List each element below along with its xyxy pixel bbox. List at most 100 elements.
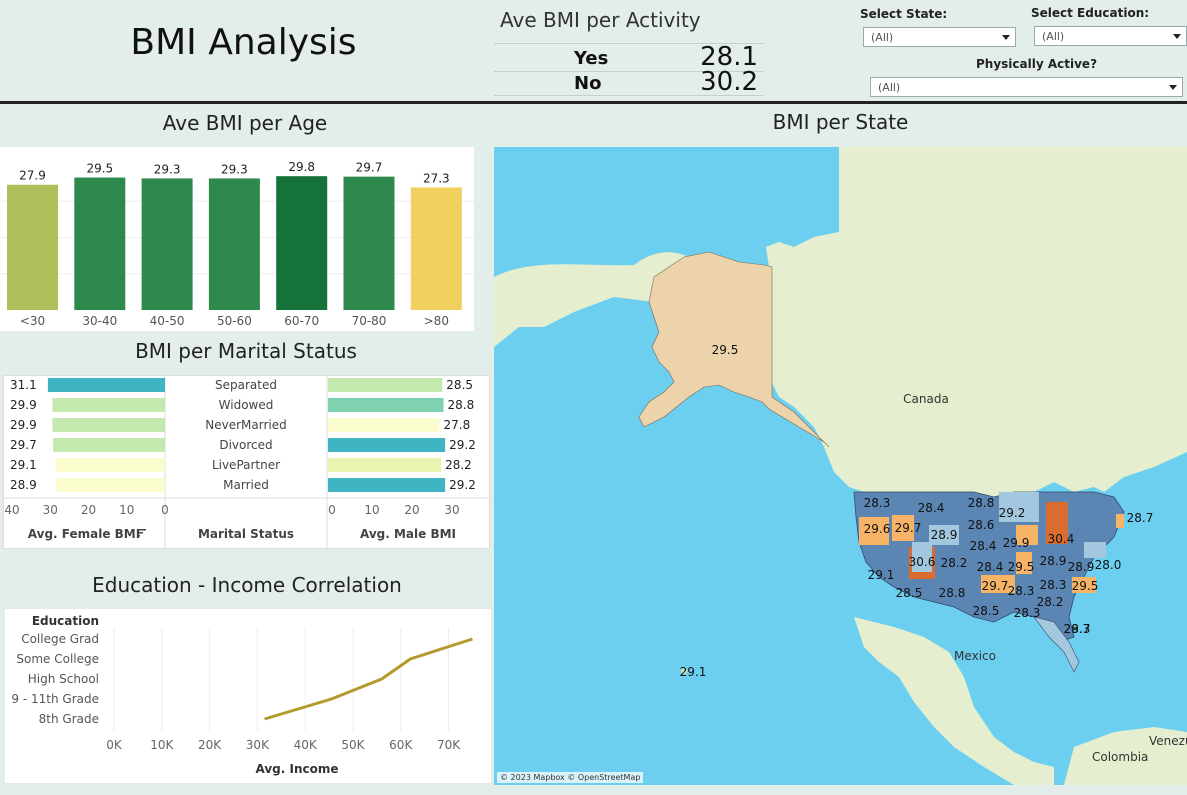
female-axis-tick: 0: [161, 503, 169, 517]
age-bar-chart: 27.9 <30 29.5 30-40 29.3 40-50 29.3 50-60 29.8 60…: [0, 147, 474, 331]
state-bmi-label: 30.6: [909, 555, 936, 569]
chevron-down-icon: [1173, 34, 1181, 39]
marital-status-label: Separated: [215, 378, 277, 392]
state-filter-dropdown[interactable]: (All): [863, 27, 1016, 47]
education-filter-label: Select Education:: [1031, 6, 1150, 20]
age-chart-svg: 27.9 <30 29.5 30-40 29.3 40-50 29.3 50-60 29.8 60…: [0, 160, 474, 328]
state-bmi-label: 28.2: [941, 556, 968, 570]
state-bmi-label: 28.7: [1127, 511, 1154, 525]
male-axis-tick: 0: [328, 503, 336, 517]
female-bar-value: 31.1: [10, 378, 37, 392]
female-axis-tick: 30: [43, 503, 58, 517]
active-filter-label: Physically Active?: [976, 57, 1098, 71]
female-bar-value: 29.9: [10, 398, 37, 412]
age-bar: [276, 176, 328, 310]
x-axis-tick: 10K: [150, 738, 174, 752]
age-bar-value: 29.7: [356, 161, 383, 175]
female-bar: [55, 458, 165, 472]
age-bar-value: 27.9: [19, 169, 46, 183]
male-bar: [328, 378, 443, 392]
state-bmi-label: 29.5: [1008, 560, 1035, 574]
female-bar: [52, 398, 165, 412]
female-bar: [53, 438, 165, 452]
state-shape[interactable]: [1084, 542, 1106, 558]
x-axis-tick: 50K: [341, 738, 365, 752]
state-bmi-label: 28.3: [1008, 584, 1035, 598]
chevron-down-icon: [1169, 85, 1177, 90]
map-svg: 29.5 29.1 28.3 28.4 28.8 29.2 28.7 29.6 29.7 28.6…: [494, 147, 1187, 785]
male-bar-value: 29.2: [449, 438, 476, 452]
male-bar: [328, 458, 442, 472]
male-bar: [328, 398, 444, 412]
x-axis-tick: 20K: [198, 738, 222, 752]
female-bar-value: 29.9: [10, 418, 37, 432]
marital-chart-svg: 31.1 Separated 28.5 29.9 Widowed 28.8 29.9 Neve…: [4, 376, 491, 550]
age-bar-value: 27.3: [423, 171, 450, 185]
state-bmi-label: 28.2: [1037, 595, 1064, 609]
chevron-down-icon: [1002, 35, 1010, 40]
male-axis-tick: 30: [444, 503, 459, 517]
female-axis-tick: 20: [81, 503, 96, 517]
male-axis-tick: 10: [364, 503, 379, 517]
state-bmi-label: 29.7: [982, 579, 1009, 593]
female-bar-value: 28.9: [10, 478, 37, 492]
x-axis-tick: 70K: [437, 738, 461, 752]
female-bar: [52, 418, 165, 432]
age-category-label: 70-80: [352, 314, 387, 328]
age-bar: [410, 187, 462, 310]
state-bmi-label: 28.6: [968, 518, 995, 532]
x-axis-tick: 0K: [106, 738, 123, 752]
female-bar-value: 29.1: [10, 458, 37, 472]
age-category-label: >80: [424, 314, 449, 328]
state-bmi-label: 29.5: [712, 343, 739, 357]
income-line: [264, 637, 473, 721]
age-category-label: 30-40: [82, 314, 117, 328]
age-bar: [74, 177, 126, 310]
state-bmi-label: 29.1: [868, 568, 895, 582]
state-bmi-label: 28.8: [968, 496, 995, 510]
state-bmi-label: 29.9: [1003, 536, 1030, 550]
female-axis-tick: 40: [4, 503, 19, 517]
state-filter-label: Select State:: [860, 7, 948, 21]
male-bar-value: 28.8: [448, 398, 475, 412]
age-bar-value: 29.5: [86, 162, 113, 176]
female-axis-label: Avg. Female BMI: [28, 527, 140, 541]
state-bmi-label: 28.0: [1095, 558, 1122, 572]
map-label-canada: Canada: [903, 392, 949, 406]
state-bmi-label: 28.3: [1040, 578, 1067, 592]
male-bar-value: 29.2: [449, 478, 476, 492]
state-map[interactable]: 29.5 29.1 28.3 28.4 28.8 29.2 28.7 29.6 29.7 28.6…: [494, 147, 1187, 785]
age-category-label: 50-60: [217, 314, 252, 328]
state-bmi-label: 29.7: [895, 521, 922, 535]
activity-title: Ave BMI per Activity: [500, 8, 701, 32]
female-bar: [47, 378, 165, 392]
y-category-label: College Grad: [21, 632, 99, 646]
male-axis-label: Avg. Male BMI: [360, 527, 456, 541]
male-bar: [328, 438, 446, 452]
education-line-chart: 0K 10K 20K 30K 40K 50K 60K 70K Education 8th Grad…: [5, 609, 491, 783]
state-bmi-label: 28.9: [1040, 554, 1067, 568]
sort-icon[interactable]: [137, 529, 146, 537]
state-bmi-label: 29.2: [999, 506, 1026, 520]
age-category-label: 40-50: [150, 314, 185, 328]
male-bar: [328, 418, 440, 432]
marital-status-label: Widowed: [219, 398, 274, 412]
map-attribution[interactable]: © 2023 Mapbox © OpenStreetMap: [497, 772, 644, 783]
map-label-colombia: Colombia: [1092, 750, 1148, 764]
state-bmi-label: 28.9: [1068, 560, 1095, 574]
state-shape[interactable]: [1116, 514, 1124, 528]
male-bar-value: 28.2: [445, 458, 472, 472]
x-axis-title: Avg. Income: [255, 762, 338, 776]
activity-no-value: 30.2: [700, 67, 758, 97]
female-bar-value: 29.7: [10, 438, 37, 452]
active-filter-dropdown[interactable]: (All): [870, 77, 1183, 97]
education-filter-dropdown[interactable]: (All): [1034, 26, 1187, 46]
state-bmi-label: 28.4: [970, 539, 997, 553]
mexico-landmass: [854, 617, 1054, 785]
state-bmi-label: 29.5: [1072, 579, 1099, 593]
map-label-venezuela: Venezuel: [1149, 734, 1187, 748]
dashboard-title: BMI Analysis: [130, 22, 357, 63]
marital-status-axis-label: Marital Status: [198, 527, 294, 541]
female-bar: [56, 478, 165, 492]
marital-status-label: LivePartner: [212, 458, 280, 472]
